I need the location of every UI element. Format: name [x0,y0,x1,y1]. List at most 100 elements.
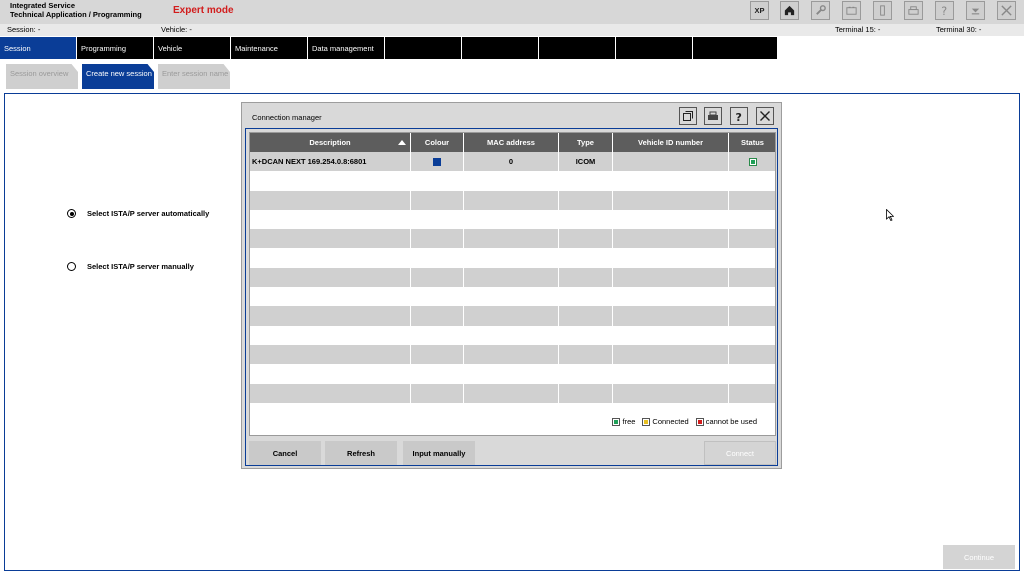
phone-icon [880,5,885,16]
maximize-button[interactable] [679,107,697,125]
table-cell-empty [559,325,613,345]
table-row[interactable]: K+DCAN NEXT 169.254.0.8:6801 0 ICOM [250,152,775,172]
minimize-button[interactable] [966,1,985,20]
tab-programming[interactable]: Programming [77,37,153,59]
close-icon [760,111,770,121]
continue-button[interactable]: Continue [943,545,1015,569]
help-button[interactable]: ? [935,1,954,20]
table-cell-empty [411,364,464,384]
radio-manual[interactable] [67,262,76,271]
col-vin-header[interactable]: Vehicle ID number [613,133,729,152]
table-row-empty [250,267,775,288]
table-cell-empty [250,190,411,210]
help-icon: ? [941,5,947,17]
table-cell-empty [464,267,559,288]
table-cell-empty [250,209,411,230]
app-title-line2: Technical Application / Programming [10,10,142,19]
input-manually-button[interactable]: Input manually [403,441,475,465]
table-cell-empty [411,306,464,326]
table-cell-empty [250,306,411,326]
terminal30-value: Terminal 30: - [936,25,982,34]
table-cell-empty [250,364,411,384]
cell-description: K+DCAN NEXT 169.254.0.8:6801 [250,152,411,172]
dialog-title: Connection manager [252,113,322,122]
cancel-button[interactable]: Cancel [249,441,321,465]
table-cell-empty [464,287,559,307]
tab-session[interactable]: Session [0,37,76,59]
col-status-header[interactable]: Status [729,133,775,152]
col-description-header[interactable]: Description [250,133,411,152]
legend-connected: Connected [642,417,689,426]
table-row-empty [250,229,775,249]
cell-type: ICOM [559,152,613,172]
table-cell-empty [250,171,411,191]
legend-free-label: free [622,417,636,426]
battery-button[interactable] [842,1,861,20]
col-type-header[interactable]: Type [559,133,613,152]
table-body: K+DCAN NEXT 169.254.0.8:6801 0 ICOM [250,152,775,403]
table-cell-empty [729,325,775,345]
tab-vehicle[interactable]: Vehicle [154,37,230,59]
cell-mac: 0 [464,152,559,172]
table-cell-empty [729,267,775,288]
legend-cannot: cannot be used [695,417,757,426]
table-cell-empty [729,248,775,268]
radio-selected-dot [69,211,74,216]
radio-auto[interactable] [67,209,76,218]
refresh-button[interactable]: Refresh [325,441,397,465]
radio-auto-row[interactable]: Select ISTA/P server automatically [67,209,209,218]
subtab-enter-session-name[interactable]: Enter session name [158,64,230,89]
dialog-print-button[interactable] [704,107,722,125]
table-cell-empty [411,190,464,210]
tab-maintenance[interactable]: Maintenance [231,37,307,59]
table-cell-empty [411,209,464,230]
dialog-help-button[interactable]: ? [730,107,748,125]
table-cell-empty [559,229,613,249]
table-cell-empty [613,287,729,307]
table-cell-empty [613,229,729,249]
radio-manual-row[interactable]: Select ISTA/P server manually [67,262,194,271]
table-cell-empty [559,190,613,210]
table-cell-empty [250,344,411,365]
table-cell-empty [729,364,775,384]
sort-ascending-icon [398,140,406,145]
legend-free-icon [612,417,621,426]
col-colour-header[interactable]: Colour [411,133,464,152]
svg-text:?: ? [941,5,947,17]
cell-colour [411,152,464,172]
terminal15-value: Terminal 15: - [835,25,881,34]
subtab-create-new-session[interactable]: Create new session [82,64,154,89]
col-mac-header[interactable]: MAC address [464,133,559,152]
table-cell-empty [464,325,559,345]
tab-data-management[interactable]: Data management [308,37,384,59]
service-button[interactable] [811,1,830,20]
table-row-empty [250,190,775,210]
cell-vin [613,152,729,172]
tab-empty [693,37,777,59]
table-row-empty [250,248,775,268]
sub-nav: Session overview Create new session Ente… [6,64,234,89]
phone-button[interactable] [873,1,892,20]
xp-button[interactable]: XP [750,1,769,20]
table-cell-empty [613,383,729,403]
tab-empty [616,37,692,59]
connect-button[interactable]: Connect [704,441,776,465]
home-button[interactable] [780,1,799,20]
table-cell-empty [559,267,613,288]
table-cell-empty [464,171,559,191]
radio-manual-label: Select ISTA/P server manually [87,262,194,271]
table-cell-empty [559,344,613,365]
table-cell-empty [250,248,411,268]
session-value: Session: - [7,25,41,34]
close-button[interactable] [997,1,1016,20]
tab-empty [539,37,615,59]
printer-icon [708,111,718,120]
table-cell-empty [729,209,775,230]
table-row-empty [250,383,775,403]
print-button[interactable] [904,1,923,20]
table-cell-empty [559,248,613,268]
dialog-close-button[interactable] [756,107,774,125]
subtab-session-overview[interactable]: Session overview [6,64,78,89]
cell-status [729,152,775,172]
col-description-label: Description [309,138,351,147]
